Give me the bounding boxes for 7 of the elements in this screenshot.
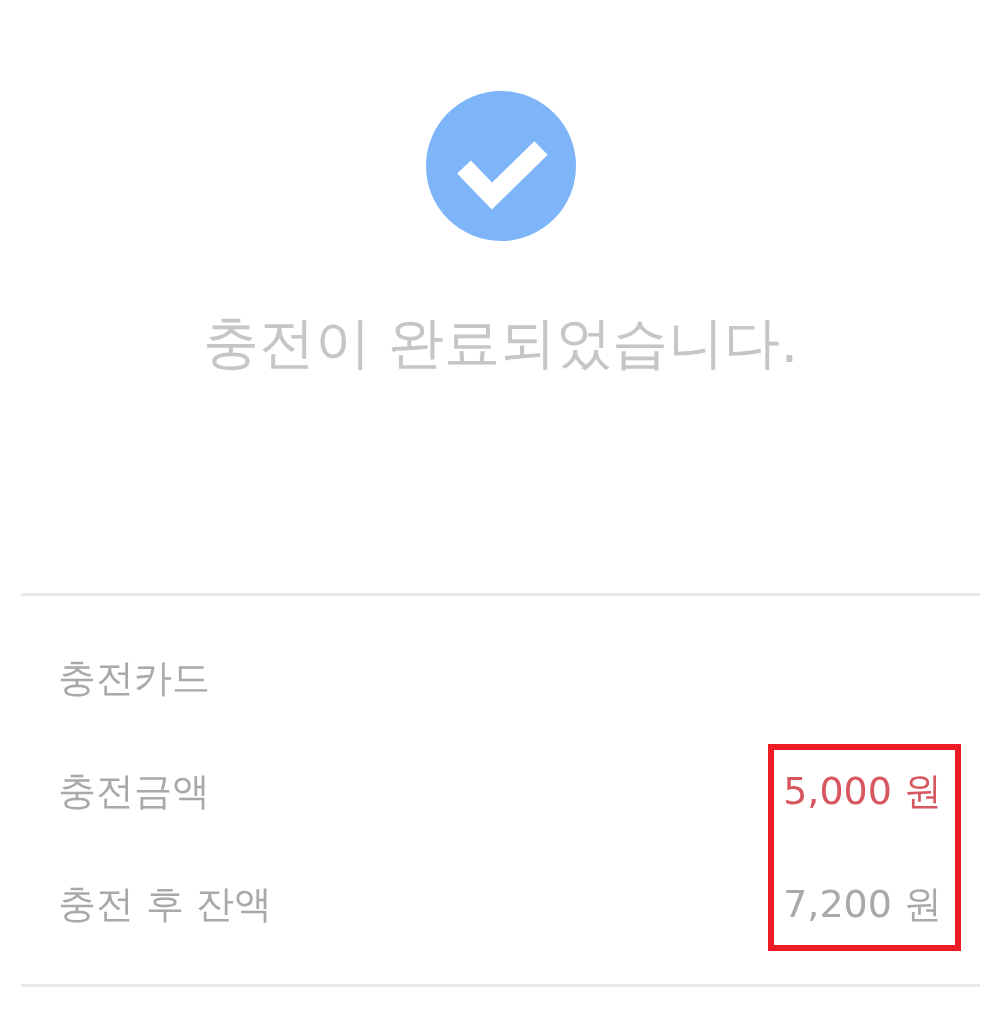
completion-message: 충전이 완료되었습니다. (202, 309, 799, 377)
detail-label: 충전카드 (58, 654, 210, 702)
check-circle-icon (425, 91, 576, 241)
detail-value: 5,000 원 (783, 767, 942, 815)
detail-label: 충전 후 잔액 (58, 880, 273, 928)
detail-value: 7,200 원 (783, 880, 942, 928)
detail-label: 충전금액 (58, 767, 210, 815)
